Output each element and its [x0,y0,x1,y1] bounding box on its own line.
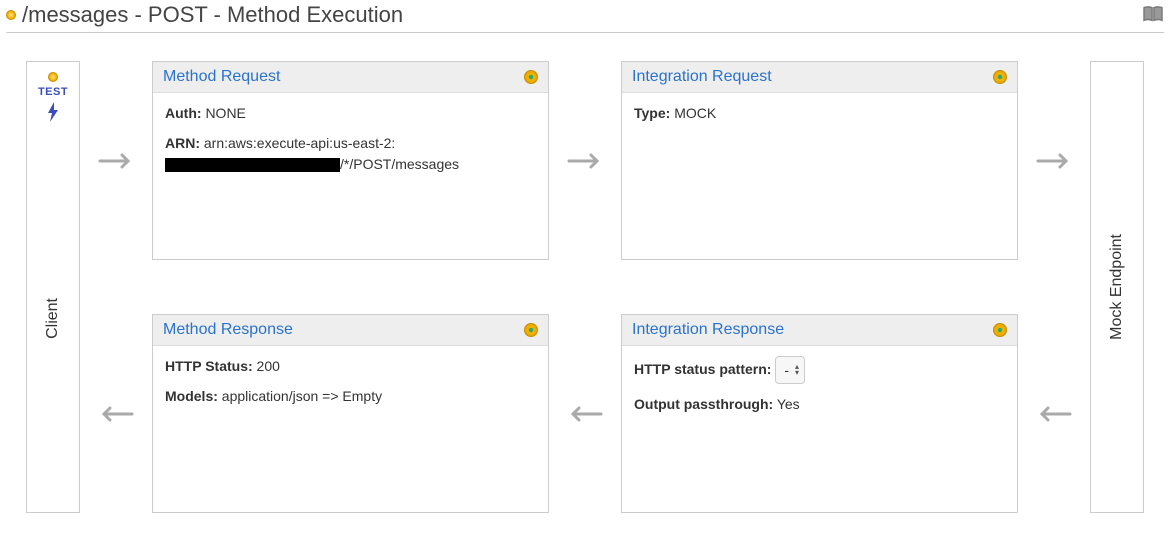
chevron-up-down-icon: ▴▾ [795,364,799,376]
status-bullet-icon [524,323,538,337]
card-body: Auth: NONE ARN: arn:aws:execute-api:us-e… [153,93,548,259]
integration-response-link[interactable]: Integration Response [632,321,784,339]
flow-columns: Method Request Auth: NONE ARN: arn:aws:e… [98,61,1072,513]
type-row: Type: MOCK [634,103,1005,123]
status-bullet-icon [993,70,1007,84]
arrow-left-icon [567,405,603,423]
endpoint-label: Mock Endpoint [1108,234,1126,340]
auth-row: Auth: NONE [165,103,536,123]
integration-request-link[interactable]: Integration Request [632,68,772,86]
status-bullet-icon [6,10,16,20]
card-body: HTTP status pattern: - ▴▾ Output passthr… [622,346,1017,512]
arn-row: ARN: arn:aws:execute-api:us-east-2: /*/PO… [165,133,536,174]
arn-suffix: /*/POST/messages [340,156,459,172]
client-box: TEST Client [26,61,80,513]
page-header: /messages - POST - Method Execution [6,0,1164,33]
method-response-card: Method Response HTTP Status: 200 Models:… [152,314,549,513]
card-header: Integration Response [622,315,1017,346]
integration-request-card: Integration Request Type: MOCK [621,61,1018,260]
arn-redacted [165,158,340,172]
documentation-icon[interactable] [1142,5,1164,26]
status-bullet-icon [524,70,538,84]
auth-label: Auth: [165,105,202,121]
models-row: Models: application/json => Empty [165,386,536,406]
test-label: TEST [38,86,68,98]
auth-value: NONE [205,105,245,121]
http-status-label: HTTP Status: [165,358,253,374]
endpoint-box: Mock Endpoint [1090,61,1144,513]
passthrough-row: Output passthrough: Yes [634,394,1005,414]
arrow-left-icon [1036,405,1072,423]
method-execution-diagram: TEST Client Method Request Auth: NONE [6,61,1164,513]
bolt-icon [46,102,60,125]
card-header: Method Request [153,62,548,93]
client-label: Client [44,298,62,339]
passthrough-value: Yes [777,396,800,412]
page-title: /messages - POST - Method Execution [22,2,403,28]
method-response-link[interactable]: Method Response [163,321,293,339]
test-bullet-icon [48,72,58,82]
integration-response-card: Integration Response HTTP status pattern… [621,314,1018,513]
models-value: application/json => Empty [222,388,382,404]
passthrough-label: Output passthrough: [634,396,773,412]
type-value: MOCK [674,105,716,121]
status-bullet-icon [993,323,1007,337]
pattern-value: - [784,360,789,380]
pattern-row: HTTP status pattern: - ▴▾ [634,356,1005,384]
test-button[interactable]: TEST [38,72,68,125]
arn-label: ARN: [165,135,200,151]
arn-prefix: arn:aws:execute-api:us-east-2: [204,135,395,151]
type-label: Type: [634,105,670,121]
method-request-link[interactable]: Method Request [163,68,280,86]
method-request-card: Method Request Auth: NONE ARN: arn:aws:e… [152,61,549,260]
card-header: Method Response [153,315,548,346]
card-body: Type: MOCK [622,93,1017,259]
arrow-right-icon [98,152,134,170]
page-title-group: /messages - POST - Method Execution [6,2,403,28]
http-status-row: HTTP Status: 200 [165,356,536,376]
pattern-select[interactable]: - ▴▾ [775,356,805,384]
arrow-left-icon [98,405,134,423]
http-status-value: 200 [257,358,280,374]
models-label: Models: [165,388,218,404]
card-header: Integration Request [622,62,1017,93]
pattern-label: HTTP status pattern: [634,361,771,377]
card-body: HTTP Status: 200 Models: application/jso… [153,346,548,512]
arrow-right-icon [567,152,603,170]
arrow-right-icon [1036,152,1072,170]
